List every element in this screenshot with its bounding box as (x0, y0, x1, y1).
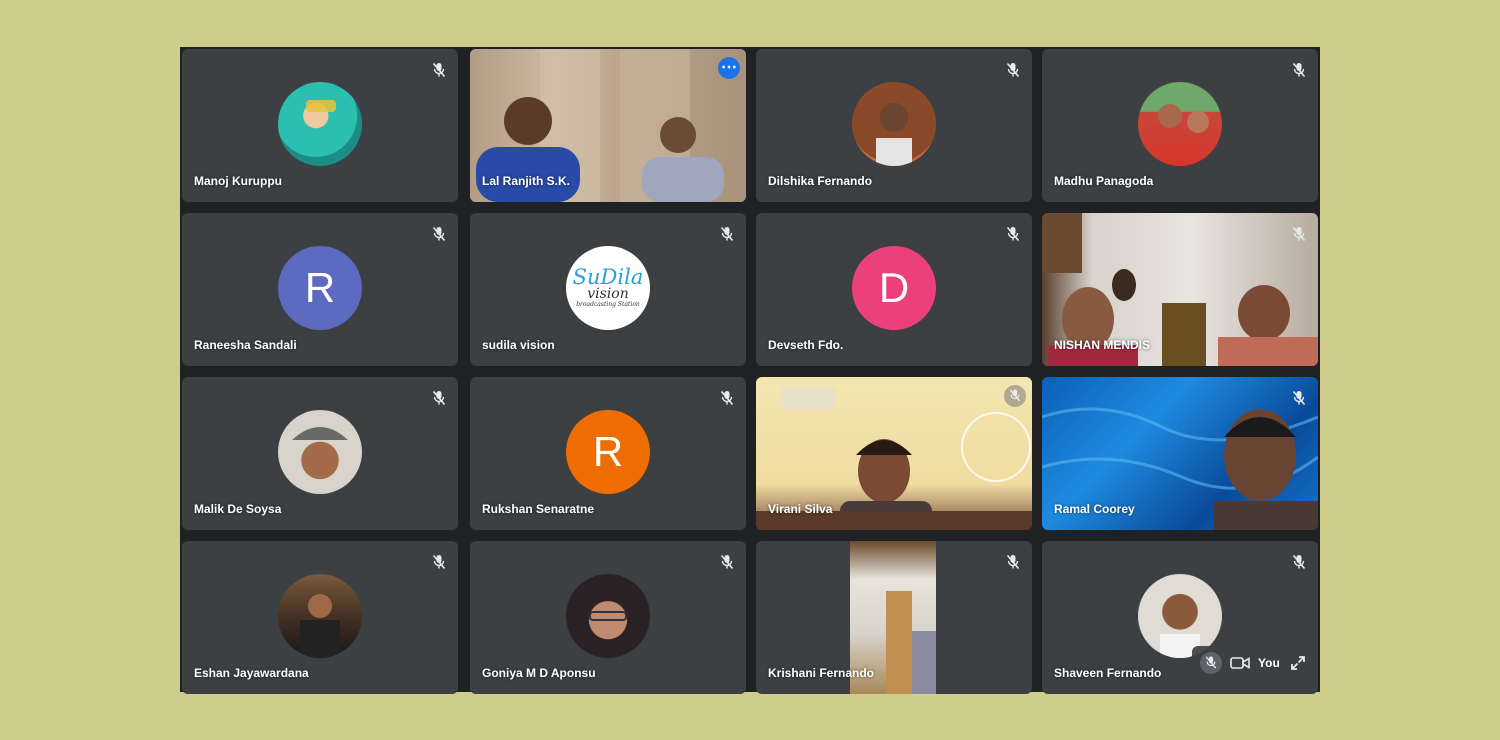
participant-tile[interactable]: Eshan Jayawardana (182, 541, 458, 694)
participant-tile[interactable]: R Rukshan Senaratne (470, 377, 746, 530)
mic-off-icon (1006, 62, 1020, 78)
participant-name: Eshan Jayawardana (194, 666, 309, 680)
participant-name: Malik De Soysa (194, 502, 282, 516)
participant-tile[interactable]: Ramal Coorey (1042, 377, 1318, 530)
participant-name: Krishani Fernando (768, 666, 875, 680)
participant-tile[interactable]: NISHAN MENDIS (1042, 213, 1318, 366)
participant-tile[interactable]: D Devseth Fdo. (756, 213, 1032, 366)
mic-off-icon (1292, 62, 1306, 78)
self-mic-button[interactable] (1200, 652, 1222, 674)
participant-name: Rukshan Senaratne (482, 502, 595, 516)
participant-tile[interactable]: Manoj Kuruppu (182, 49, 458, 202)
avatar-initial: R (592, 427, 624, 475)
profile-photo (876, 137, 912, 166)
mic-off-icon (432, 554, 446, 570)
participant-tile[interactable]: Virani Silva (756, 377, 1032, 530)
avatar (1138, 573, 1222, 658)
mic-off-icon (720, 390, 734, 406)
avatar (278, 81, 362, 166)
mic-off-icon (1009, 389, 1021, 402)
logo-line-3: broadcasting Station (576, 300, 640, 308)
mic-off-icon (1006, 554, 1020, 570)
avatar (278, 409, 362, 494)
self-view-label: You (1258, 656, 1280, 670)
participant-name: Devseth Fdo. (768, 338, 844, 352)
mic-off-icon (1205, 656, 1217, 669)
avatar (278, 573, 362, 658)
participant-tile-active[interactable]: Lal Ranjith S.K. ⋯ (470, 49, 746, 202)
participant-tile[interactable]: SuDila vision broadcasting Station sudil… (470, 213, 746, 366)
avatar: R (278, 245, 362, 330)
participant-tile[interactable]: Madhu Panagoda (1042, 49, 1318, 202)
avatar: R (566, 409, 650, 494)
mic-off-icon (720, 554, 734, 570)
participant-name: NISHAN MENDIS (1054, 338, 1151, 352)
self-view-controls: You (1192, 646, 1314, 680)
participant-tile[interactable]: Krishani Fernando (756, 541, 1032, 694)
avatar (566, 573, 650, 658)
profile-photo (300, 593, 340, 658)
avatar (852, 81, 936, 166)
profile-photo (292, 426, 348, 440)
participant-tile[interactable]: Dilshika Fernando (756, 49, 1032, 202)
mic-off-icon (432, 390, 446, 406)
mic-off-icon (1292, 226, 1306, 242)
participant-name: sudila vision (482, 338, 555, 352)
participant-name: Ramal Coorey (1054, 502, 1135, 516)
mic-off-icon (1292, 390, 1306, 406)
avatar (1138, 81, 1222, 166)
profile-photo (1158, 103, 1209, 133)
logo-line-1: SuDila (572, 264, 644, 289)
avatar: D (852, 245, 936, 330)
participant-name: Shaveen Fernando (1054, 666, 1162, 680)
meeting-grid: Manoj Kuruppu Lal Ranjith S.K. ⋯ Dilshik… (180, 47, 1320, 694)
participant-name: Raneesha Sandali (194, 338, 297, 352)
expand-icon[interactable] (1290, 655, 1306, 671)
participant-name: Goniya M D Aponsu (482, 666, 596, 680)
self-view-tile[interactable]: Shaveen Fernando You (1042, 541, 1318, 694)
participant-tile[interactable]: R Raneesha Sandali (182, 213, 458, 366)
more-options-icon[interactable]: ⋯ (718, 57, 740, 79)
mic-off-icon (432, 226, 446, 242)
participant-name: Madhu Panagoda (1054, 174, 1154, 188)
mic-off-icon (1292, 554, 1306, 570)
participant-tile[interactable]: Malik De Soysa (182, 377, 458, 530)
participant-name: Dilshika Fernando (768, 174, 873, 188)
logo-line-2: vision (587, 285, 629, 302)
mic-off-icon (720, 226, 734, 242)
camera-icon[interactable] (1230, 656, 1250, 670)
participant-name: Manoj Kuruppu (194, 174, 282, 188)
avatar-initial: R (304, 263, 336, 311)
avatar-initial: D (878, 263, 910, 311)
participant-name: Lal Ranjith S.K. (482, 174, 571, 188)
profile-photo (306, 99, 336, 112)
mic-off-icon (1006, 226, 1020, 242)
participant-tile[interactable]: Goniya M D Aponsu (470, 541, 746, 694)
mic-off-icon (432, 62, 446, 78)
participant-name: Virani Silva (768, 502, 833, 516)
profile-photo (1160, 633, 1200, 658)
avatar-logo: SuDila vision broadcasting Station (566, 245, 650, 330)
profile-photo (589, 610, 627, 621)
mic-off-indicator (1004, 385, 1026, 407)
